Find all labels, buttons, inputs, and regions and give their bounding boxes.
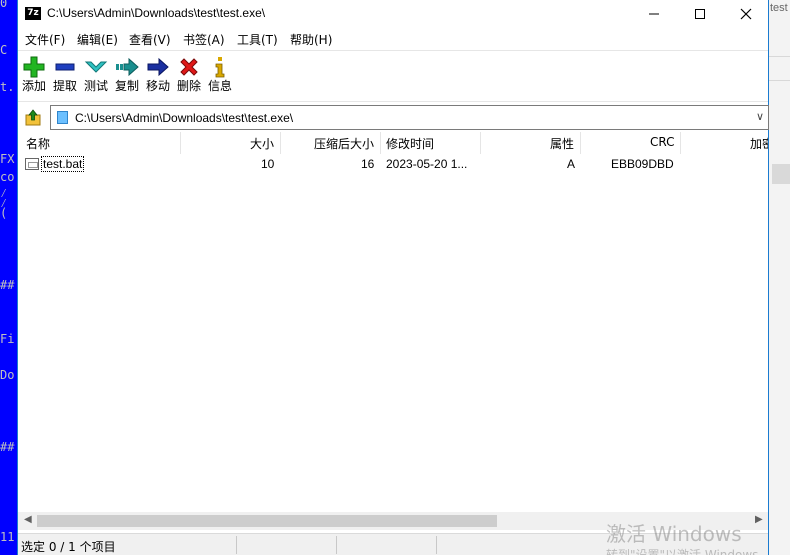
column-name[interactable]: 名称 [26, 135, 50, 152]
address-row: C:\Users\Admin\Downloads\test\test.exe\ … [18, 101, 769, 131]
console-line: ( [0, 206, 8, 220]
file-name[interactable]: test.bat [41, 156, 85, 172]
column-packed-size[interactable]: 压缩后大小 [314, 135, 374, 152]
close-icon [740, 8, 752, 20]
minimize-button[interactable] [631, 0, 677, 28]
info-button[interactable]: 信息 [205, 55, 235, 97]
toolbar: 添加 提取 测试 复制 移动 删除 信息 [18, 50, 768, 100]
extract-button[interactable]: 提取 [50, 55, 80, 97]
test-button[interactable]: 测试 [81, 55, 111, 97]
console-line: t. [0, 80, 15, 94]
delete-icon [180, 58, 198, 76]
divider [768, 80, 790, 81]
delete-button[interactable]: 删除 [174, 55, 204, 97]
file-list[interactable]: 名称 大小 压缩后大小 修改时间 属性 CRC 加密 test.bat 10 1… [19, 132, 768, 512]
menu-edit[interactable]: 编辑(E) [77, 31, 118, 48]
console-line: FX [0, 152, 15, 166]
info-label: 信息 [207, 79, 232, 93]
close-button[interactable] [723, 0, 769, 28]
archive-folder-icon [57, 111, 68, 124]
column-encrypted[interactable]: 加密 [750, 135, 768, 152]
address-bar[interactable]: C:\Users\Admin\Downloads\test\test.exe\ … [50, 105, 769, 130]
up-folder-button[interactable] [21, 107, 45, 129]
menu-view[interactable]: 查看(V) [129, 31, 171, 48]
console-line: ## [0, 278, 15, 292]
menu-file[interactable]: 文件(F) [25, 31, 65, 48]
chevron-down-icon[interactable]: ∨ [756, 110, 764, 123]
menu-tools[interactable]: 工具(T) [237, 31, 278, 48]
minimize-icon [649, 13, 659, 15]
add-button[interactable]: 添加 [19, 55, 49, 97]
background-window-title: test [770, 2, 788, 14]
console-line: ## [0, 440, 15, 454]
window-title: C:\Users\Admin\Downloads\test\test.exe\ [47, 6, 266, 20]
column-size[interactable]: 大小 [250, 135, 274, 152]
scroll-right-icon[interactable]: ▶ [755, 514, 763, 525]
console-line: co [0, 170, 15, 184]
up-folder-icon [25, 109, 41, 126]
maximize-icon [695, 9, 705, 19]
console-line: 11 [0, 530, 15, 544]
console-line: Do [0, 368, 15, 382]
file-size: 10 [261, 157, 275, 171]
background-window: test [768, 0, 790, 555]
console-line: Fi [0, 332, 15, 346]
address-path: C:\Users\Admin\Downloads\test\test.exe\ [75, 111, 294, 125]
menu-bar: 文件(F) 编辑(E) 查看(V) 书签(A) 工具(T) 帮助(H) [18, 28, 768, 50]
7zip-window: 7z C:\Users\Admin\Downloads\test\test.ex… [17, 0, 769, 555]
column-header: 名称 大小 压缩后大小 修改时间 属性 CRC 加密 [19, 132, 768, 154]
selection-status: 选定 0 / 1 个项目 [21, 540, 116, 554]
menu-bookmarks[interactable]: 书签(A) [183, 31, 225, 48]
menu-help[interactable]: 帮助(H) [290, 31, 332, 48]
scrollbar-thumb[interactable] [37, 515, 497, 527]
file-crc: EBB09DBD [611, 157, 674, 171]
file-icon [25, 158, 39, 170]
copy-button[interactable]: 复制 [112, 55, 142, 97]
activate-windows-watermark: 激活 Windows [606, 522, 742, 546]
column-modified[interactable]: 修改时间 [386, 135, 434, 152]
move-icon [147, 57, 169, 77]
column-crc[interactable]: CRC [650, 135, 675, 149]
add-icon [23, 56, 45, 78]
maximize-button[interactable] [677, 0, 723, 28]
activate-windows-subtitle: 转到"设置"以激活 Windows [606, 548, 759, 555]
scroll-left-icon[interactable]: ◀ [24, 514, 32, 525]
table-row[interactable]: test.bat 10 16 2023-05-20 1... A EBB09DB… [19, 154, 768, 174]
divider [768, 56, 790, 57]
console-line: 0 [0, 0, 8, 10]
file-modified: 2023-05-20 1... [386, 157, 468, 171]
column-attributes[interactable]: 属性 [550, 135, 574, 152]
title-bar[interactable]: 7z C:\Users\Admin\Downloads\test\test.ex… [18, 0, 768, 28]
copy-icon [116, 57, 139, 77]
info-icon [215, 57, 225, 78]
move-button[interactable]: 移动 [143, 55, 173, 97]
extract-icon [55, 63, 75, 71]
test-icon [84, 61, 108, 73]
file-packed-size: 16 [361, 157, 375, 171]
file-attributes: A [567, 157, 576, 171]
console-line: C [0, 43, 8, 57]
7zip-app-icon[interactable]: 7z [25, 7, 41, 20]
selected-row [772, 164, 790, 184]
